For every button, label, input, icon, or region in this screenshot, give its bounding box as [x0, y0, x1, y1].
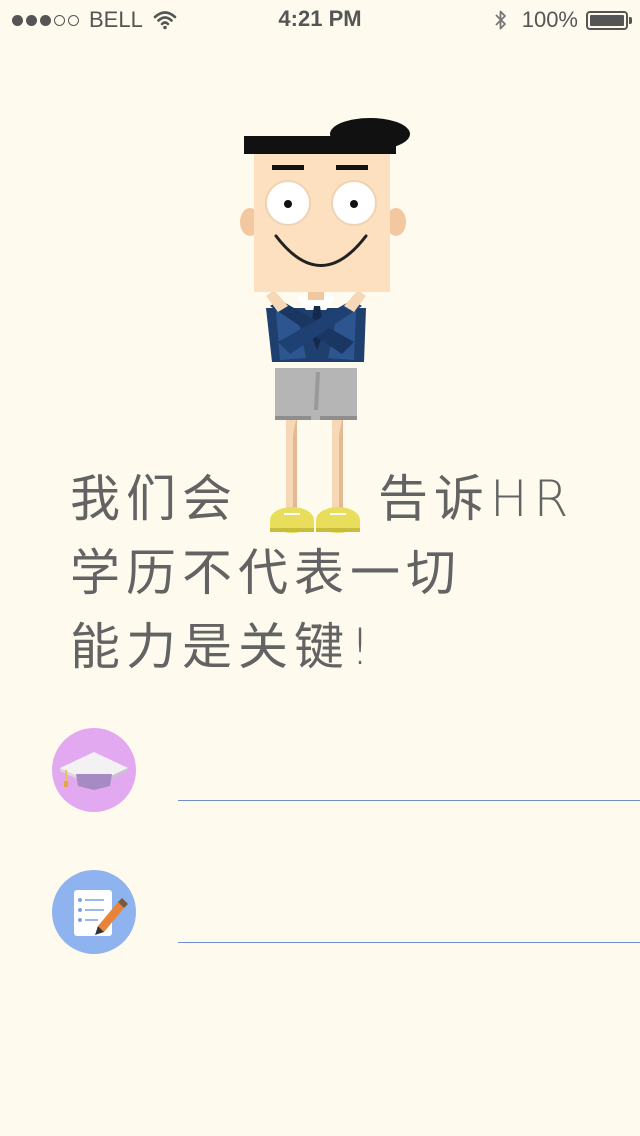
headline-line-1-left: 我们会 [70, 470, 238, 528]
headline-line-1: 我们会 告诉HR [70, 462, 590, 536]
headline: 我们会 告诉HR 学历不代表一切 能力是关键! [70, 462, 590, 684]
notepad-pencil-icon [52, 870, 136, 954]
graduation-cap-icon [52, 728, 136, 812]
headline-line-2: 学历不代表一切 [70, 544, 462, 602]
experience-input[interactable] [178, 896, 640, 943]
bluetooth-icon [495, 10, 506, 30]
experience-field-row [0, 870, 640, 960]
status-right: 100% [494, 6, 632, 34]
headline-line-3: 能力是关键! [70, 618, 377, 676]
battery-icon [586, 10, 632, 30]
battery-percentage: 100% [521, 7, 578, 32]
education-field-row [0, 728, 640, 818]
status-bar: BELL 4:21 PM 100% [0, 0, 640, 40]
education-input[interactable] [178, 754, 640, 801]
headline-line-1-right: 告诉HR [378, 470, 575, 528]
